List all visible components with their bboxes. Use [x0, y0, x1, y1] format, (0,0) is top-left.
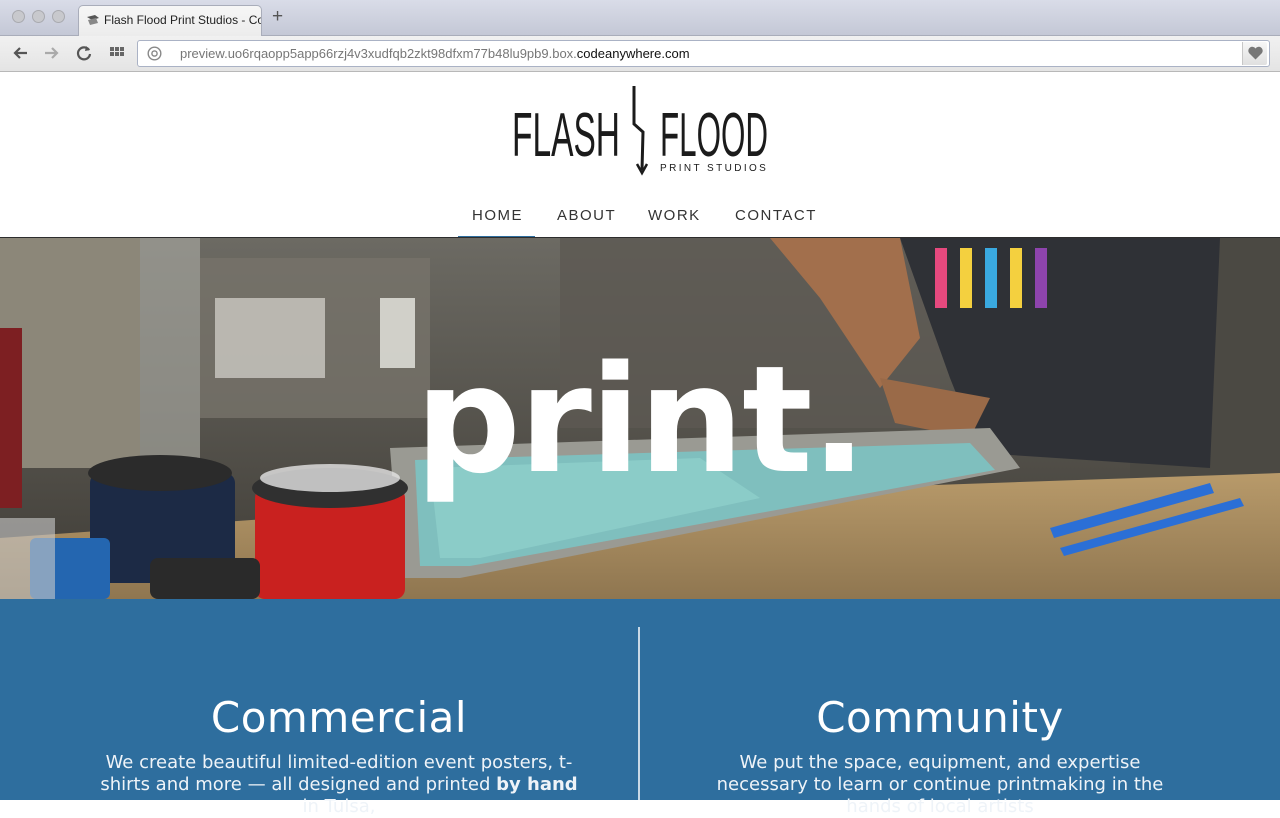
browser-tab-bar: Flash Flood Print Studios - Codeanywhere… — [0, 0, 1280, 36]
logo-word-flood: FLOOD — [660, 101, 768, 170]
browser-toolbar: preview.uo6rqaopp5app66rzj4v3xudfqb2zkt9… — [0, 36, 1280, 72]
main-nav: HOME ABOUT WORK CONTACT — [0, 204, 1280, 238]
column-divider — [638, 627, 640, 800]
url-domain: codeanywhere.com — [576, 46, 690, 61]
nav-item-contact[interactable]: CONTACT — [735, 207, 817, 224]
community-text: We put the space, equipment, and experti… — [716, 752, 1164, 817]
site-header: FLASH FLOOD PRINT STUDIOS HOME ABOUT WOR… — [0, 72, 1280, 238]
nav-item-home[interactable]: HOME — [472, 207, 523, 224]
reload-icon[interactable] — [73, 42, 95, 64]
url-text: preview.uo6rqaopp5app66rzj4v3xudfqb2zkt9… — [180, 46, 690, 61]
forward-arrow-icon[interactable] — [40, 42, 62, 64]
commercial-text-after: in Tulsa, — [302, 796, 376, 817]
tab-favicon-icon — [87, 15, 99, 25]
address-bar[interactable]: preview.uo6rqaopp5app66rzj4v3xudfqb2zkt9… — [137, 40, 1270, 67]
tab-title: Flash Flood Print Studios - Codeanywhere — [104, 13, 261, 27]
browser-tab[interactable]: Flash Flood Print Studios - Codeanywhere — [78, 5, 262, 36]
commercial-column: Commercial We create beautiful limited-e… — [99, 691, 579, 818]
lightning-bolt-icon — [632, 86, 649, 176]
hero-banner: print. — [0, 238, 1280, 599]
community-column: Community We put the space, equipment, a… — [700, 691, 1180, 818]
back-arrow-icon[interactable] — [10, 42, 32, 64]
bookmark-button[interactable] — [1242, 42, 1267, 65]
hero-headline: print. — [415, 334, 867, 506]
commercial-title: Commercial — [210, 693, 468, 742]
nav-item-about[interactable]: ABOUT — [557, 207, 616, 224]
commercial-text: We create beautiful limited-edition even… — [99, 752, 579, 818]
globe-icon — [147, 46, 162, 61]
heart-icon — [1248, 46, 1263, 60]
nav-item-work[interactable]: WORK — [648, 207, 701, 224]
url-prefix: preview.uo6rqaopp5app66rzj4v3xudfqb2zkt9… — [180, 46, 577, 61]
apps-grid-icon[interactable] — [106, 42, 128, 64]
new-tab-button[interactable]: + — [272, 6, 283, 28]
logo-tagline: PRINT STUDIOS — [660, 163, 768, 174]
commercial-emphasis: by hand — [496, 774, 578, 795]
features-band: Commercial We create beautiful limited-e… — [0, 599, 1280, 817]
site-logo[interactable]: FLASH FLOOD PRINT STUDIOS — [512, 86, 768, 176]
window-close-button[interactable] — [12, 10, 25, 23]
window-zoom-button[interactable] — [52, 10, 65, 23]
logo-word-flash: FLASH — [512, 101, 620, 170]
community-title: Community — [816, 693, 1064, 742]
window-minimize-button[interactable] — [32, 10, 45, 23]
